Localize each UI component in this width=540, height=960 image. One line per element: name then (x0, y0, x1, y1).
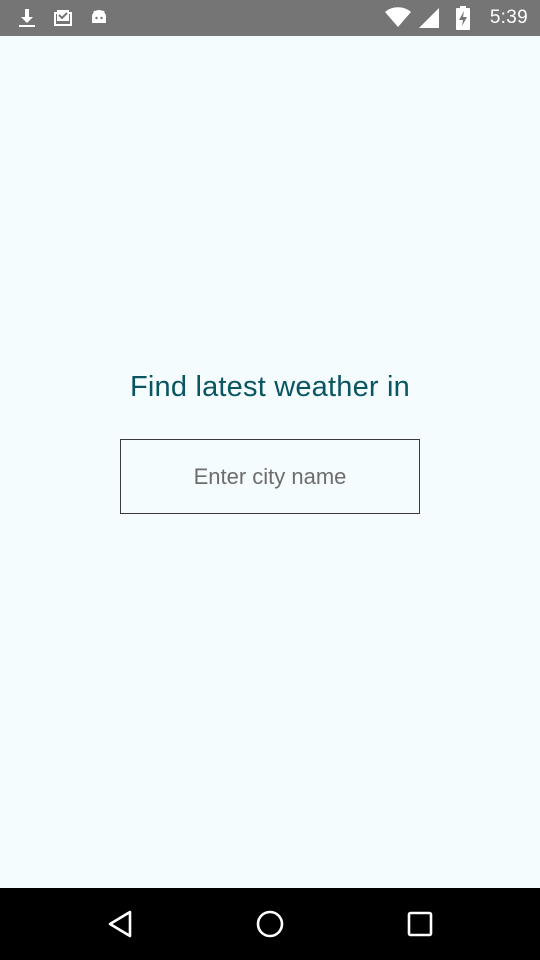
city-name-input[interactable] (120, 439, 420, 514)
inbox-check-icon (51, 6, 75, 30)
main-content: Find latest weather in (0, 36, 540, 888)
home-button[interactable] (250, 904, 290, 944)
back-button[interactable] (100, 904, 140, 944)
recents-button[interactable] (400, 904, 440, 944)
page-title: Find latest weather in (129, 371, 411, 403)
battery-charging-icon (454, 6, 472, 30)
wifi-icon (384, 6, 412, 30)
status-time: 5:39 (489, 7, 528, 28)
navigation-bar (0, 888, 540, 960)
download-icon (16, 6, 38, 30)
android-icon (88, 6, 110, 30)
status-bar: 5:39 (0, 0, 540, 36)
cellular-signal-icon (416, 6, 442, 30)
